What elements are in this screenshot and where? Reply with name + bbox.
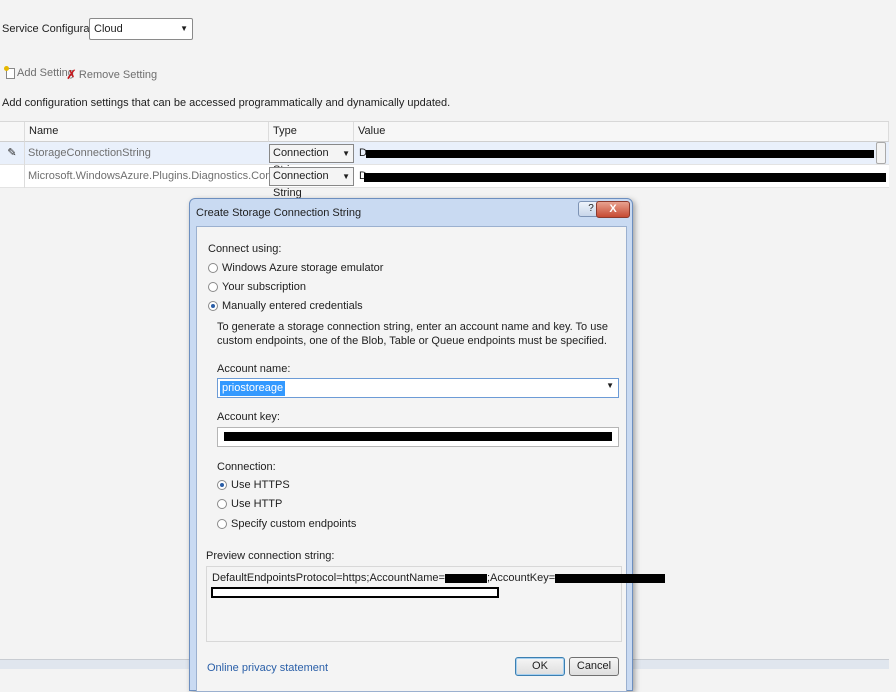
radio-manual-credentials[interactable]: Manually entered credentials [208, 300, 363, 312]
column-header-value[interactable]: Value [354, 122, 889, 142]
preview-protocol-text: DefaultEndpointsProtocol=https;AccountNa… [212, 572, 445, 584]
remove-setting-label: Remove Setting [78, 69, 158, 81]
setting-name-cell[interactable]: Microsoft.WindowsAzure.Plugins.Diagnosti… [25, 165, 269, 188]
create-storage-connection-dialog: Create Storage Connection String ? X Con… [189, 198, 666, 692]
setting-type-dropdown[interactable]: Connection String ▼ [269, 167, 354, 199]
row-header-corner [0, 122, 25, 142]
radio-label: Use HTTPS [231, 479, 290, 491]
redaction-bar [444, 573, 487, 583]
add-setting-button[interactable]: Add Setting [4, 65, 74, 79]
setting-type-value: Connection String [273, 170, 329, 199]
radio-custom-endpoints[interactable]: Specify custom endpoints [217, 518, 356, 530]
settings-grid: Name Type Value ✎ StorageConnectionStrin… [0, 121, 889, 199]
dropdown-arrow-icon: ▼ [342, 149, 350, 158]
connection-label: Connection: [217, 461, 276, 473]
radio-label: Specify custom endpoints [231, 518, 357, 530]
row-selector [0, 165, 25, 188]
radio-storage-emulator[interactable]: Windows Azure storage emulator [208, 262, 383, 274]
account-name-label: Account name: [217, 363, 291, 375]
radio-icon [208, 263, 218, 273]
dropdown-arrow-icon: ▼ [180, 24, 188, 33]
setting-type-dropdown[interactable]: Connection String ▼ [269, 144, 354, 176]
radio-use-http[interactable]: Use HTTP [217, 498, 282, 510]
value-cell-scroll-handle[interactable] [876, 142, 886, 164]
preview-text-line: DefaultEndpointsProtocol=https;AccountNa… [212, 572, 666, 584]
table-row[interactable]: ✎ StorageConnectionString Connection Str… [0, 142, 889, 176]
delete-x-icon: ✗ [66, 67, 77, 82]
radio-icon [208, 282, 218, 292]
radio-label: Manually entered credentials [222, 300, 363, 312]
setting-name-cell[interactable]: StorageConnectionString [25, 142, 269, 165]
radio-icon [217, 499, 227, 509]
radio-selected-icon [208, 301, 218, 311]
add-document-icon [4, 65, 15, 79]
settings-description: Add configuration settings that can be a… [2, 97, 451, 109]
radio-label: Your subscription [222, 281, 306, 293]
radio-your-subscription[interactable]: Your subscription [208, 281, 306, 293]
remove-setting-button[interactable]: ✗ Remove Setting [66, 67, 157, 83]
radio-icon [217, 519, 227, 529]
close-button[interactable]: X [596, 201, 630, 218]
table-row[interactable]: Microsoft.WindowsAzure.Plugins.Diagnosti… [0, 165, 889, 199]
column-header-name[interactable]: Name [25, 122, 269, 142]
info-text: To generate a storage connection string,… [217, 321, 608, 347]
connect-using-label: Connect using: [208, 243, 282, 255]
account-name-value: priostoreage [220, 381, 286, 396]
radio-selected-icon [217, 480, 227, 490]
redaction-bar [555, 573, 666, 583]
dialog-body: Connect using: Windows Azure storage emu… [196, 226, 666, 692]
dialog-title: Create Storage Connection String [196, 207, 362, 219]
preview-connection-string-box[interactable]: DefaultEndpointsProtocol=https;AccountNa… [206, 566, 666, 642]
account-key-label: Account key: [217, 411, 280, 423]
account-name-combobox[interactable]: priostoreage ▼ [217, 378, 619, 398]
column-header-type[interactable]: Type [269, 122, 354, 142]
service-configuration-dropdown[interactable]: Cloud ▼ [89, 18, 193, 40]
online-privacy-statement-link[interactable]: Online privacy statement [207, 662, 328, 674]
dropdown-arrow-icon: ▼ [606, 381, 614, 390]
radio-use-https[interactable]: Use HTTPS [217, 479, 290, 491]
cancel-button[interactable]: Cancel [569, 657, 619, 676]
redaction-box [211, 587, 499, 598]
radio-label: Windows Azure storage emulator [222, 262, 384, 274]
preview-label: Preview connection string: [206, 550, 335, 562]
radio-label: Use HTTP [231, 498, 283, 510]
redaction-bar [224, 432, 612, 441]
redaction-bar [364, 173, 886, 182]
ok-button[interactable]: OK [515, 657, 565, 676]
service-configuration-value: Cloud [94, 23, 123, 35]
dropdown-arrow-icon: ▼ [342, 172, 350, 181]
account-key-field[interactable] [217, 427, 619, 447]
edit-pencil-icon: ✎ [0, 142, 25, 165]
preview-accountkey-text: ;AccountKey= [486, 572, 556, 584]
redaction-bar [366, 150, 874, 158]
